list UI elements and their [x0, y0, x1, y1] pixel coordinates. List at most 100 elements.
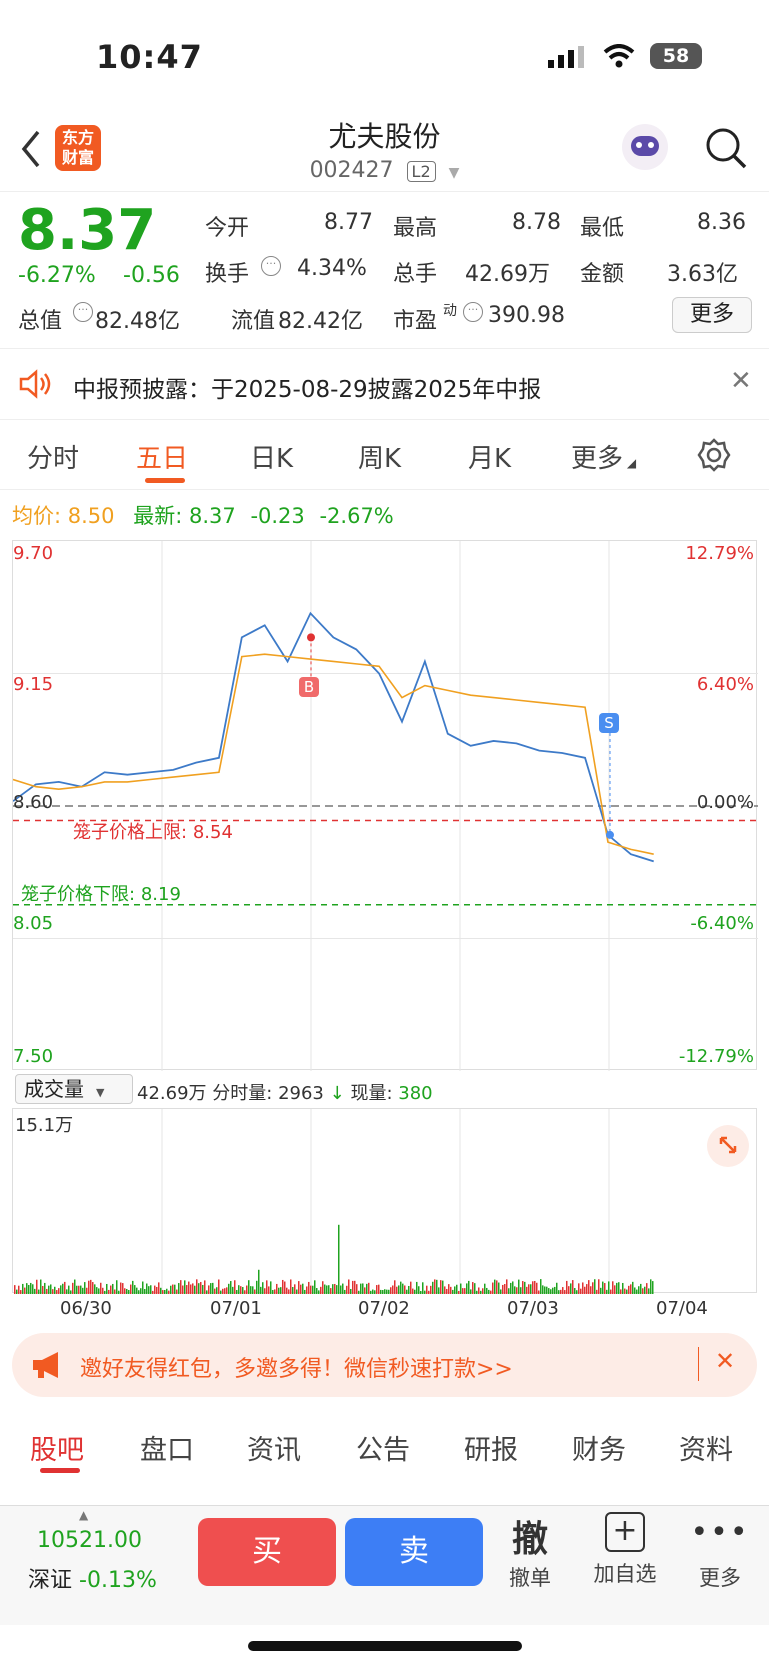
tab-more-label: 更多: [571, 444, 624, 474]
clock: 10:47: [96, 38, 203, 76]
close-icon[interactable]: ✕: [715, 1347, 735, 1375]
index-row[interactable]: 深证 -0.13%: [28, 1562, 157, 1594]
volume-bar: [306, 1286, 308, 1294]
volume-bar: [194, 1285, 196, 1294]
volume-bar: [276, 1283, 278, 1294]
tab-monthly-k[interactable]: 月K: [468, 438, 511, 475]
volume-bar: [244, 1290, 246, 1294]
tab-five-day[interactable]: 五日: [136, 438, 188, 475]
open-label: 今开: [205, 216, 250, 241]
limit-up-text: 笼子价格上限: 8.54: [73, 818, 233, 844]
buy-marker[interactable]: B: [299, 677, 319, 697]
tab-more[interactable]: 更多 ◢: [571, 438, 636, 475]
volume-bar: [102, 1287, 104, 1294]
y-right-tick-label: -12.79%: [678, 1046, 754, 1067]
volume-bar: [104, 1290, 106, 1294]
volume-bar: [272, 1289, 274, 1294]
volume-bar: [364, 1287, 366, 1294]
add-watchlist-button[interactable]: + 加自选: [585, 1512, 665, 1588]
volume-bar: [196, 1279, 198, 1294]
volume-bar: [352, 1280, 354, 1294]
volume-bar: [214, 1288, 216, 1294]
avg-value: 8.50: [67, 504, 115, 528]
volume-bar: [410, 1281, 412, 1294]
limit-low-value: 8.19: [140, 884, 181, 905]
cancel-order-button[interactable]: 撤 撤单: [490, 1510, 570, 1592]
volume-bar: [98, 1288, 100, 1294]
index-value[interactable]: 10521.00: [37, 1528, 142, 1553]
volume-bar: [368, 1282, 370, 1294]
expand-icon[interactable]: [707, 1125, 749, 1167]
volume-bar: [636, 1289, 638, 1294]
robot-assistant-icon[interactable]: [622, 124, 668, 170]
change-percent: -6.27%: [18, 263, 96, 288]
promo-banner[interactable]: 邀好友得红包，多邀多得！微信秒速打款>> ✕: [12, 1333, 757, 1397]
tab-weekly-k[interactable]: 周K: [358, 438, 401, 475]
volume-bar: [182, 1285, 184, 1294]
tab-pankou[interactable]: 盘口: [140, 1428, 194, 1467]
volume-bar: [158, 1282, 160, 1294]
sell-marker[interactable]: S: [599, 713, 619, 733]
tab-profile[interactable]: 资料: [679, 1428, 733, 1467]
volume-bar: [18, 1285, 20, 1294]
volume-bar: [652, 1281, 654, 1294]
info-icon[interactable]: ···: [261, 256, 281, 276]
volume-bar: [88, 1280, 90, 1294]
volume-bar: [256, 1280, 258, 1294]
volume-bar: [298, 1281, 300, 1294]
volume-bar: [180, 1280, 182, 1294]
volume-bar: [48, 1285, 50, 1294]
volume-bar: [566, 1280, 568, 1294]
volume-bar: [620, 1289, 622, 1294]
info-icon[interactable]: ···: [73, 302, 93, 322]
volume-bar: [424, 1290, 426, 1294]
tab-research[interactable]: 研报: [464, 1428, 518, 1467]
volume-bar: [450, 1286, 452, 1294]
more-quote-button[interactable]: 更多: [672, 297, 752, 333]
volume-bar: [184, 1280, 186, 1294]
sell-button[interactable]: 卖: [345, 1518, 483, 1586]
volume-bar: [238, 1285, 240, 1294]
tab-intraday[interactable]: 分时: [27, 438, 79, 475]
volume-bar: [22, 1283, 24, 1294]
volume-bar: [142, 1281, 144, 1294]
close-icon[interactable]: ✕: [730, 366, 752, 396]
volume-bar: [650, 1279, 652, 1294]
volume-chart[interactable]: 15.1万: [12, 1108, 757, 1294]
volume-bar: [134, 1285, 136, 1294]
volume-bar: [484, 1283, 486, 1294]
volume-bar: [106, 1283, 108, 1294]
volume-bar: [208, 1285, 210, 1294]
volume-bar: [400, 1281, 402, 1294]
limit-low-label: 笼子价格下限:: [21, 884, 136, 905]
volume-bar: [594, 1279, 596, 1294]
volume-bar: [122, 1283, 124, 1294]
volume-bar: [434, 1279, 436, 1294]
volume-bar: [312, 1285, 314, 1294]
volume-bar: [394, 1280, 396, 1294]
volume-bar: [116, 1280, 118, 1294]
tab-announcements[interactable]: 公告: [356, 1428, 410, 1467]
volume-bar: [472, 1282, 474, 1294]
tab-guba[interactable]: 股吧: [30, 1428, 84, 1467]
volume-selector[interactable]: 成交量 ▼: [15, 1074, 133, 1104]
search-icon[interactable]: [704, 126, 748, 170]
volume-bar: [132, 1280, 134, 1294]
turnover-label: 换手: [205, 262, 250, 287]
buy-button[interactable]: 买: [198, 1518, 336, 1586]
tab-daily-k[interactable]: 日K: [250, 438, 293, 475]
tab-finance[interactable]: 财务: [572, 1428, 626, 1467]
volume-bar: [360, 1283, 362, 1294]
low-value: 8.36: [697, 210, 746, 235]
volume-bar: [634, 1287, 636, 1294]
sell-point: [606, 830, 614, 839]
more-button[interactable]: ••• 更多: [680, 1518, 760, 1592]
caret-up-icon[interactable]: ▲: [79, 1508, 88, 1522]
settings-icon[interactable]: [697, 438, 731, 472]
price-chart-svg: [13, 541, 758, 1071]
price-chart[interactable]: 9.70 9.15 8.60 8.05 7.50 12.79% 6.40% 0.…: [12, 540, 758, 1071]
volume-bar: [320, 1286, 322, 1294]
tab-news[interactable]: 资讯: [247, 1428, 301, 1467]
notice-bar[interactable]: 中报预披露：于2025-08-29披露2025年中报 ✕: [0, 350, 769, 418]
info-icon[interactable]: ···: [463, 302, 483, 322]
